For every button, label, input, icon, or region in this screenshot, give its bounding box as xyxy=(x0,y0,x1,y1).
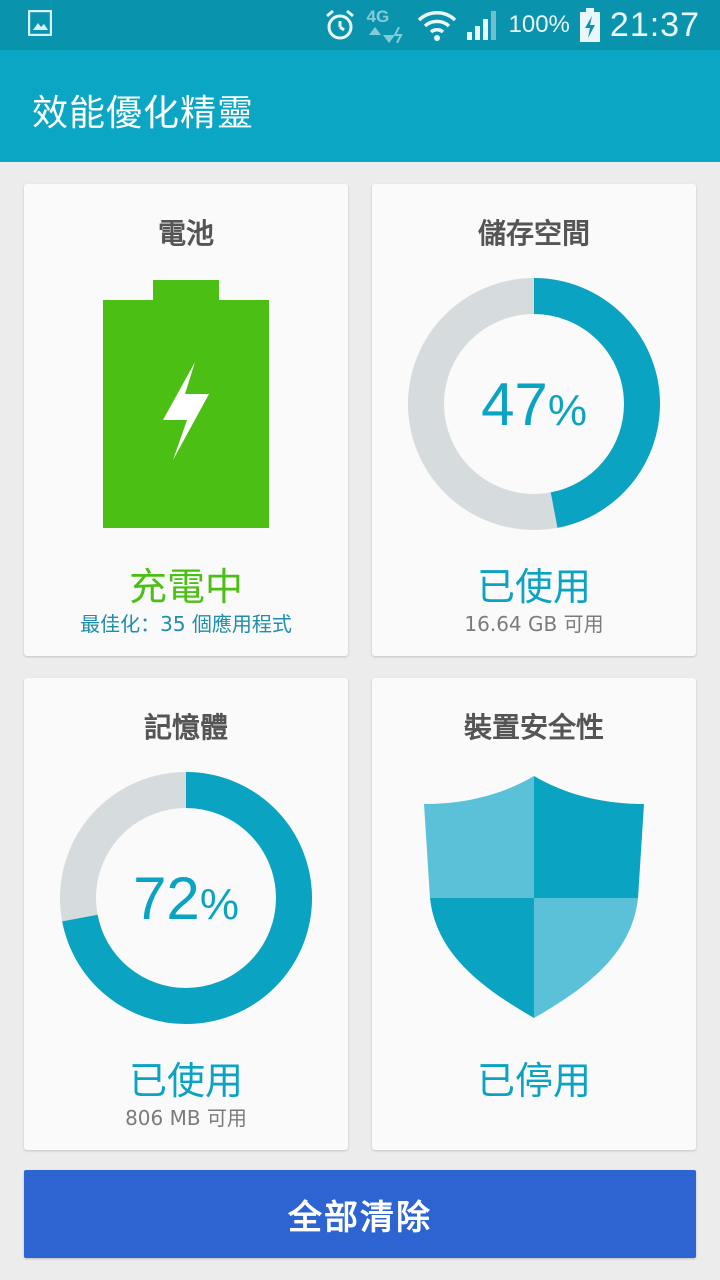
clear-all-button[interactable]: 全部清除 xyxy=(24,1170,696,1258)
memory-card[interactable]: 記憶體 72% 已使用 806 MB 可用 xyxy=(24,678,348,1150)
storage-card[interactable]: 儲存空間 47% 已使用 16.64 GB 可用 xyxy=(372,184,696,656)
gallery-icon xyxy=(28,10,52,36)
battery-card[interactable]: 電池 充電中 最佳化：35 個應用程式 xyxy=(24,184,348,656)
battery-charging-icon xyxy=(579,8,600,42)
status-bar: 4G 100% 21:37 xyxy=(0,0,720,50)
battery-status: 充電中 xyxy=(128,565,243,609)
4g-data-icon: 4G xyxy=(367,5,407,45)
storage-status: 已使用 xyxy=(476,565,591,609)
battery-percent: 100% xyxy=(508,11,570,38)
security-status: 已停用 xyxy=(476,1059,591,1103)
signal-icon xyxy=(466,11,496,40)
memory-detail: 806 MB 可用 xyxy=(125,1106,247,1130)
battery-card-title: 電池 xyxy=(157,217,214,250)
storage-percent: 47% xyxy=(481,371,587,438)
storage-card-title: 儲存空間 xyxy=(477,217,590,250)
memory-percent: 72% xyxy=(133,865,239,932)
memory-status: 已使用 xyxy=(128,1059,243,1103)
shield-icon xyxy=(424,776,644,1018)
storage-detail: 16.64 GB 可用 xyxy=(464,612,604,636)
security-card-title: 裝置安全性 xyxy=(463,711,604,744)
app-title: 效能優化精靈 xyxy=(32,93,255,134)
memory-card-title: 記憶體 xyxy=(143,711,228,744)
alarm-icon xyxy=(325,9,354,40)
app-bar: 效能優化精靈 xyxy=(0,50,720,162)
network-label: 4G xyxy=(366,7,390,26)
battery-charging-large-icon xyxy=(103,280,269,528)
wifi-icon xyxy=(417,11,456,41)
clock-time: 21:37 xyxy=(609,5,700,44)
security-card[interactable]: 裝置安全性 已停用 xyxy=(372,678,696,1150)
battery-detail: 最佳化：35 個應用程式 xyxy=(80,612,292,636)
